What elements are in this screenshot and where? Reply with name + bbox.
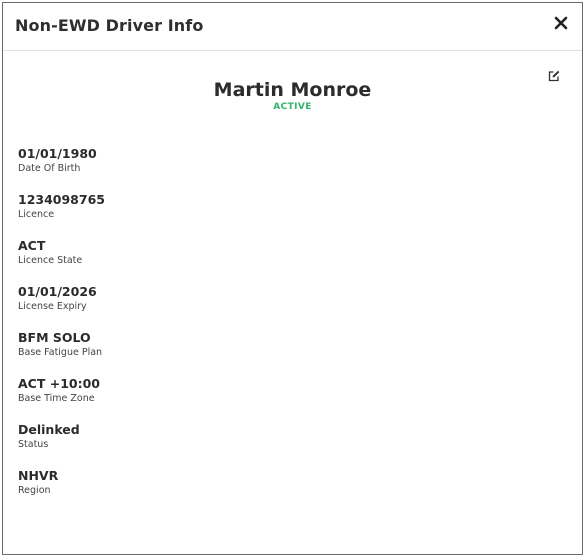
field-value: 01/01/1980 [18,146,97,161]
modal-header: Non-EWD Driver Info [3,3,582,51]
field-value: Delinked [18,422,80,437]
field-status: Delinked Status [18,422,105,468]
field-licence-state: ACT Licence State [18,238,105,284]
field-base-time-zone: ACT +10:00 Base Time Zone [18,376,105,422]
field-licence: 1234098765 Licence [18,192,105,238]
field-label: Licence [18,209,55,220]
close-button[interactable] [554,15,568,30]
driver-info-modal: Non-EWD Driver Info Martin Monroe ACTIVE… [2,2,583,555]
field-label: Date Of Birth [18,163,81,174]
field-label: Licence State [18,255,83,266]
field-date-of-birth: 01/01/1980 Date Of Birth [18,146,105,192]
modal-title: Non-EWD Driver Info [15,16,204,35]
field-label: Base Time Zone [18,393,95,404]
field-label: License Expiry [18,301,87,312]
field-value: 01/01/2026 [18,284,97,299]
field-license-expiry: 01/01/2026 License Expiry [18,284,105,330]
field-value: BFM SOLO [18,330,91,345]
field-label: Region [18,485,51,496]
driver-name: Martin Monroe [213,79,372,101]
field-value: 1234098765 [18,192,105,207]
field-label: Status [18,439,49,450]
edit-driver-button[interactable] [548,67,560,82]
field-base-fatigue-plan: BFM SOLO Base Fatigue Plan [18,330,105,376]
driver-status-badge: ACTIVE [273,102,312,112]
field-value: ACT +10:00 [18,376,100,391]
close-icon [554,16,568,30]
driver-details: 01/01/1980 Date Of Birth 1234098765 Lice… [18,146,105,514]
field-value: NHVR [18,468,59,483]
field-label: Base Fatigue Plan [18,347,103,358]
field-value: ACT [18,238,46,253]
field-region: NHVR Region [18,468,105,514]
